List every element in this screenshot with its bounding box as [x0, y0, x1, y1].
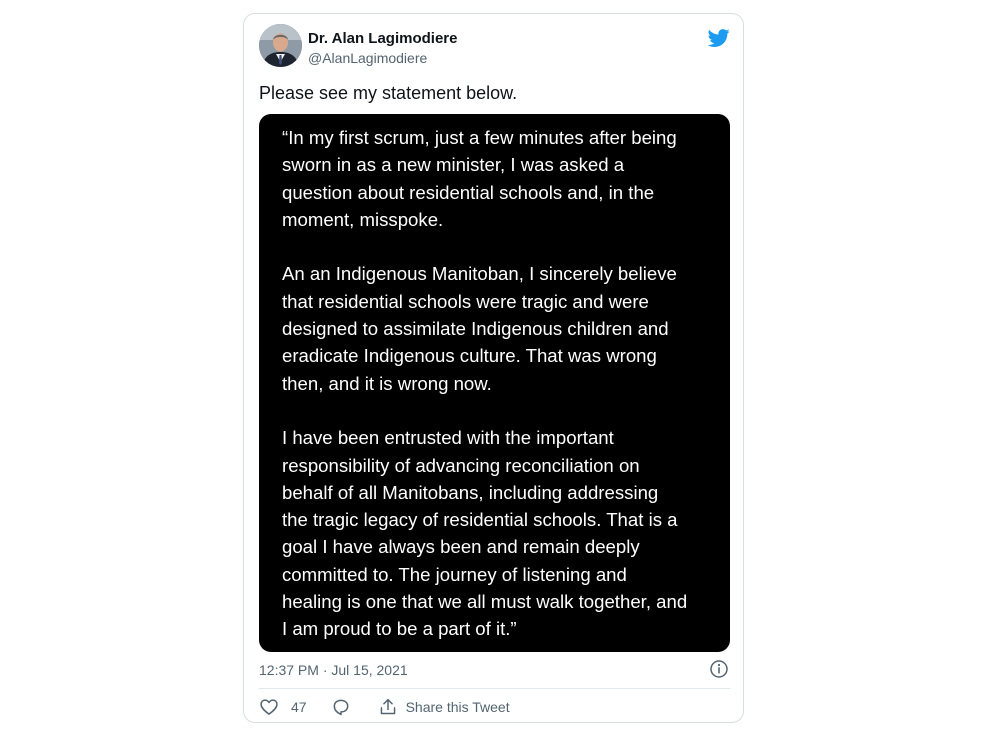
author-handle[interactable]: @AlanLagimodiere [308, 50, 427, 66]
reply-button[interactable] [331, 697, 351, 717]
like-count: 47 [291, 699, 307, 715]
statement-paragraph: An an Indigenous Manitoban, I sincerely … [282, 263, 677, 394]
tweet-card: Dr. Alan Lagimodiere @AlanLagimodiere Pl… [243, 13, 744, 723]
heart-icon [259, 697, 279, 717]
share-button[interactable]: Share this Tweet [379, 697, 510, 717]
author-name[interactable]: Dr. Alan Lagimodiere [308, 30, 457, 47]
twitter-bird-icon[interactable] [707, 27, 731, 49]
tweet-text: Please see my statement below. [259, 83, 518, 103]
action-bar: 47 Share this Tweet [259, 696, 510, 718]
avatar[interactable] [259, 24, 302, 67]
share-upload-icon [379, 697, 397, 717]
share-label: Share this Tweet [405, 699, 510, 715]
tweet-timestamp[interactable]: 12:37 PM · Jul 15, 2021 [259, 662, 408, 678]
statement-paragraph: I have been entrusted with the important… [282, 427, 688, 640]
reply-bubble-icon [331, 697, 351, 717]
info-icon[interactable] [709, 659, 729, 679]
divider [259, 688, 730, 689]
statement-image[interactable]: “In my first scrum, just a few minutes a… [259, 114, 730, 652]
statement-paragraph: “In my first scrum, just a few minutes a… [282, 127, 677, 230]
like-button[interactable]: 47 [259, 697, 307, 717]
